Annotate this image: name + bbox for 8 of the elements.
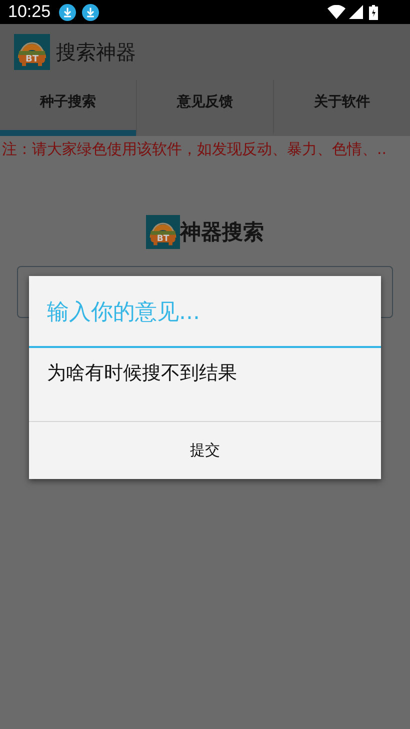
status-time: 10:25 — [8, 2, 51, 22]
dialog-message: 为啥有时候搜不到结果 — [29, 348, 381, 422]
app-title: 搜索神器 — [56, 38, 136, 66]
notice-text: 注：请大家绿色使用该软件，如发现反动、暴力、色情、.. — [1, 139, 388, 159]
search-heading: 神器搜索 — [180, 219, 264, 246]
app-logo-icon: BT — [146, 215, 180, 249]
dialog-title: 输入你的意见... — [29, 276, 381, 348]
app-logo-icon: BT — [14, 34, 50, 70]
